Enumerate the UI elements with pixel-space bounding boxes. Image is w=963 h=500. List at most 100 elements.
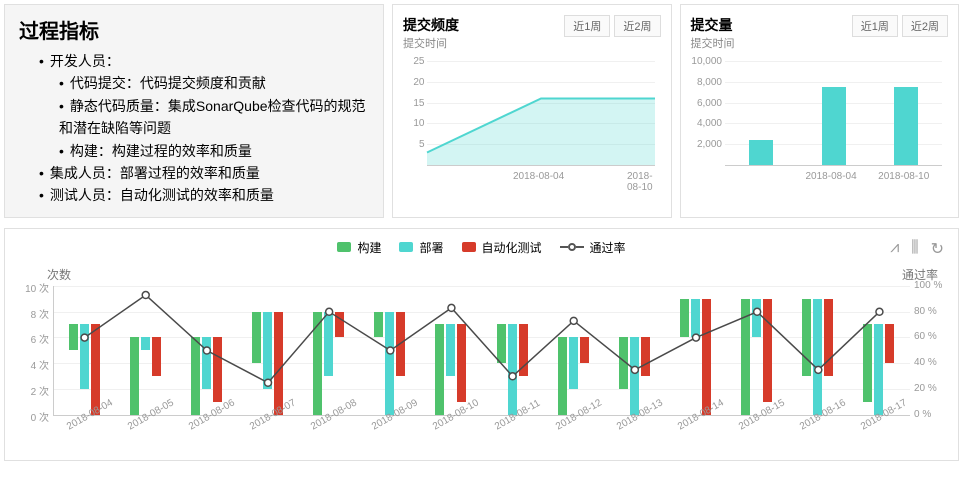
refresh-icon[interactable]: ↻: [931, 239, 944, 259]
bar-部署: [569, 337, 578, 389]
bar-构建: [863, 324, 872, 401]
y-right-tick: 100 %: [914, 280, 948, 291]
bar-自动化测试: [396, 312, 405, 377]
bar-部署: [385, 312, 394, 415]
bar-构建: [130, 337, 139, 414]
bar-部署: [446, 324, 455, 376]
bar-部署: [202, 337, 211, 389]
chart-title: 提交量: [691, 15, 735, 35]
bar-部署: [80, 324, 89, 389]
chart-subtitle: 提交时间: [403, 35, 459, 51]
bar-自动化测试: [702, 299, 711, 415]
y-left-tick: 4 次: [15, 357, 49, 372]
legend-passrate[interactable]: 通过率: [560, 239, 626, 256]
bar-构建: [497, 324, 506, 363]
bar-group: [374, 312, 405, 415]
bar: [749, 140, 773, 165]
bar-部署: [813, 299, 822, 415]
x-tick: 2018-08-04: [806, 171, 857, 182]
legend-deploy[interactable]: 部署: [399, 239, 443, 256]
y-tick: 5: [419, 139, 425, 150]
line-view-icon[interactable]: ⩘: [890, 239, 899, 259]
legend-test[interactable]: 自动化测试: [462, 239, 542, 256]
bar-group: [435, 324, 466, 414]
x-tick: 2018-08-04: [513, 171, 564, 182]
info-subitem: 静态代码质量：集成SonarQube检查代码的规范和潜在缺陷等问题: [59, 95, 369, 140]
y-right-tick: 60 %: [914, 331, 948, 342]
bar-部署: [263, 312, 272, 389]
y-right-tick: 80 %: [914, 306, 948, 317]
y-right-tick: 0 %: [914, 409, 948, 420]
y-tick: 2,000: [697, 139, 722, 150]
y-tick: 20: [413, 77, 424, 88]
bar-部署: [874, 324, 883, 414]
bar-构建: [619, 337, 628, 389]
bar-构建: [680, 299, 689, 338]
info-title: 过程指标: [19, 15, 369, 44]
y-tick: 6,000: [697, 98, 722, 109]
bar-group: [741, 299, 772, 415]
y-tick: 4,000: [697, 118, 722, 129]
bar-view-icon[interactable]: ⫼: [911, 239, 918, 259]
bar-构建: [191, 337, 200, 414]
info-subitem: 构建：构建过程的效率和质量: [59, 140, 369, 162]
bar-构建: [374, 312, 383, 338]
bar-构建: [435, 324, 444, 414]
range-1week-button[interactable]: 近1周: [564, 15, 610, 37]
y-tick: 10,000: [691, 56, 722, 67]
y-tick: 25: [413, 56, 424, 67]
info-item: 集成人员：部署过程的效率和质量: [39, 162, 369, 184]
info-item: 测试人员：自动化测试的效率和质量: [39, 184, 369, 206]
y-right-tick: 20 %: [914, 383, 948, 394]
bar-group: [130, 337, 161, 414]
bar: [894, 87, 918, 165]
bar-构建: [313, 312, 322, 415]
bar-group: [252, 312, 283, 415]
bar-自动化测试: [763, 299, 772, 402]
range-2week-button[interactable]: 近2周: [614, 15, 660, 37]
bar-构建: [558, 337, 567, 414]
bar-自动化测试: [213, 337, 222, 402]
bar-自动化测试: [641, 337, 650, 376]
bar: [822, 87, 846, 165]
range-1week-button[interactable]: 近1周: [852, 15, 898, 37]
y-left-tick: 8 次: [15, 306, 49, 321]
bar-自动化测试: [580, 337, 589, 363]
bar-部署: [141, 337, 150, 350]
bar-group: [619, 337, 650, 414]
y-left-tick: 0 次: [15, 409, 49, 424]
bar-group: [558, 337, 589, 414]
bar-部署: [691, 299, 700, 338]
bar-构建: [252, 312, 261, 364]
range-2week-button[interactable]: 近2周: [902, 15, 948, 37]
y-left-tick: 6 次: [15, 331, 49, 346]
chart-title: 提交频度: [403, 15, 459, 35]
x-tick: 2018-08-10: [878, 171, 929, 182]
y-right-tick: 40 %: [914, 357, 948, 368]
commit-frequency-chart: 提交频度 提交时间 近1周 近2周 5101520252018-08-04201…: [392, 4, 672, 218]
bar-部署: [752, 299, 761, 338]
bar-构建: [802, 299, 811, 376]
info-list: 开发人员： 代码提交：代码提交频度和贡献 静态代码质量：集成SonarQube检…: [19, 50, 369, 207]
bar-group: [69, 324, 100, 414]
legend: 构建 部署 自动化测试 通过率: [15, 239, 948, 256]
bar-自动化测试: [885, 324, 894, 363]
info-item: 开发人员： 代码提交：代码提交频度和贡献 静态代码质量：集成SonarQube检…: [39, 50, 369, 162]
legend-build[interactable]: 构建: [337, 239, 381, 256]
bar-部署: [324, 312, 333, 377]
chart-toolbar: ⩘ ⫼ ↻: [890, 239, 944, 259]
commit-volume-chart: 提交量 提交时间 近1周 近2周 2,0004,0006,0008,00010,…: [680, 4, 960, 218]
process-metrics-chart: 构建 部署 自动化测试 通过率 ⩘ ⫼ ↻ 次数 通过率 2018-08-042…: [4, 228, 959, 461]
y-tick: 15: [413, 98, 424, 109]
y-left-title: 次数: [47, 266, 71, 283]
bar-构建: [69, 324, 78, 350]
bar-group: [802, 299, 833, 415]
bar-自动化测试: [457, 324, 466, 401]
bar-自动化测试: [335, 312, 344, 338]
bar-group: [497, 324, 528, 414]
bar-部署: [508, 324, 517, 414]
y-left-tick: 2 次: [15, 383, 49, 398]
bar-group: [863, 324, 894, 414]
info-panel: 过程指标 开发人员： 代码提交：代码提交频度和贡献 静态代码质量：集成Sonar…: [4, 4, 384, 218]
y-tick: 10: [413, 118, 424, 129]
